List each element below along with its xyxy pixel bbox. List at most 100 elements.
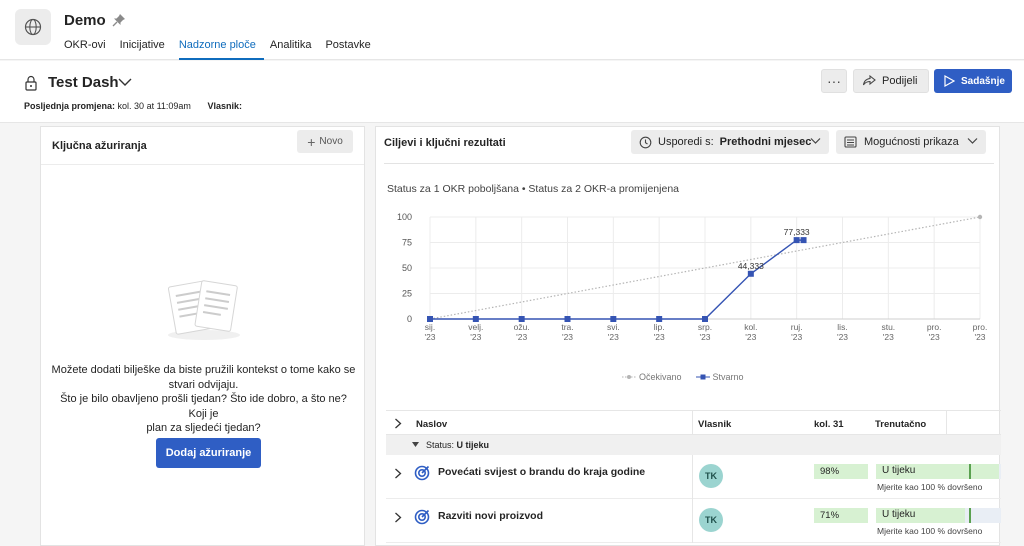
status-summary: Status za 1 OKR poboljšana • Status za 2… <box>387 183 679 195</box>
actual-point <box>702 316 708 322</box>
key-updates-title: Ključna ažuriranja <box>52 139 147 152</box>
new-label: Novo <box>319 136 343 147</box>
legend-actual[interactable]: Stvarno <box>695 372 744 382</box>
chevron-down-icon <box>967 138 978 144</box>
tab-analytics[interactable]: Analitika <box>270 38 320 60</box>
data-label: 77,333 <box>784 227 810 237</box>
legend-expected[interactable]: Očekivano <box>622 372 682 382</box>
x-tick-label: '23 <box>791 332 802 342</box>
key-updates-header: Ključna ažuriranja + Novo <box>41 127 364 165</box>
chevron-right-icon[interactable] <box>394 512 402 523</box>
table-row[interactable]: Povećati svijest o brandu do kraja godin… <box>386 455 1001 499</box>
status-marker <box>969 508 971 523</box>
compare-label: Usporedi s: <box>658 136 714 148</box>
last-change-value: kol. 30 at 11:09am <box>117 101 191 111</box>
play-icon <box>944 75 955 87</box>
chevron-down-icon[interactable] <box>118 77 132 87</box>
x-tick-label: tra. <box>561 322 573 332</box>
actual-point <box>747 270 754 277</box>
x-tick-label: '23 <box>699 332 710 342</box>
dashboard-meta: Posljednja promjena: kol. 30 at 11:09am … <box>24 101 242 111</box>
okr-table: Naslov Vlasnik kol. 31 Trenutačno Status… <box>386 410 1001 543</box>
x-tick-label: lis. <box>837 322 847 332</box>
actual-point <box>800 237 807 244</box>
plus-icon: + <box>307 133 316 150</box>
column-week[interactable]: kol. 31 <box>814 419 844 430</box>
group-label: Status: U tijeku <box>426 440 490 450</box>
status-bar: U tijeku <box>876 464 1001 479</box>
legend-expected-label: Očekivano <box>639 372 682 382</box>
objective-title[interactable]: Razviti novi proizvod <box>438 510 543 522</box>
measure-text: Mjerite kao 100 % dovršeno <box>877 526 983 536</box>
tab-okrs[interactable]: OKR-ovi <box>64 38 114 60</box>
chevron-right-icon[interactable] <box>394 418 402 429</box>
avatar[interactable]: TK <box>699 508 723 532</box>
x-tick-label: '23 <box>516 332 527 342</box>
x-tick-label: velj. <box>468 322 483 332</box>
x-tick-label: '23 <box>974 332 985 342</box>
legend-expected-swatch <box>622 375 636 379</box>
column-current[interactable]: Trenutačno <box>875 419 926 430</box>
table-rows: Povećati svijest o brandu do kraja godin… <box>386 455 1001 543</box>
tab-dashboards[interactable]: Nadzorne ploče <box>178 38 264 60</box>
status-label: U tijeku <box>882 465 916 476</box>
x-tick-label: pro. <box>927 322 942 332</box>
new-update-button[interactable]: + Novo <box>297 130 353 153</box>
y-tick-label: 0 <box>407 314 412 324</box>
list-view-icon <box>844 136 857 148</box>
key-updates-panel: Ključna ažuriranja + Novo Možete dodati … <box>40 126 365 546</box>
okr-panel-title: Ciljevi i ključni rezultati <box>384 137 506 149</box>
column-owner[interactable]: Vlasnik <box>698 419 731 430</box>
owner-label: Vlasnik: <box>207 101 242 111</box>
pin-icon[interactable] <box>112 13 126 27</box>
actual-point <box>427 316 433 322</box>
nav-tabs: OKR-ovi Inicijative Nadzorne ploče Anali… <box>64 38 385 60</box>
dashboard-title[interactable]: Test Dash <box>48 74 119 91</box>
tab-initiatives[interactable]: Inicijative <box>120 38 173 60</box>
globe-icon[interactable] <box>15 9 51 45</box>
y-tick-label: 50 <box>402 263 412 273</box>
column-divider <box>946 411 947 436</box>
x-tick-label: pro. <box>973 322 988 332</box>
measure-text: Mjerite kao 100 % dovršeno <box>877 482 983 492</box>
column-title[interactable]: Naslov <box>416 419 447 430</box>
actual-point <box>518 316 525 322</box>
add-update-button[interactable]: Dodaj ažuriranje <box>156 438 261 468</box>
present-label: Sadašnje <box>961 75 1005 87</box>
okr-panel: Ciljevi i ključni rezultati Usporedi s: … <box>375 126 1001 546</box>
view-options-label: Mogućnosti prikaza <box>864 136 959 148</box>
share-button[interactable]: Podijeli <box>853 69 929 93</box>
chevron-down-icon <box>810 138 821 144</box>
legend-actual-swatch <box>695 374 710 380</box>
share-icon <box>862 75 876 86</box>
actual-point <box>564 316 571 322</box>
documents-illustration-icon <box>167 280 240 340</box>
compare-dropdown[interactable]: Usporedi s: Prethodni mjesec <box>631 130 829 154</box>
okr-progress-chart: 0255075100sij.'23velj.'23ožu.'23tra.'23s… <box>397 212 988 342</box>
group-row[interactable]: Status: U tijeku <box>386 435 1001 455</box>
objective-title[interactable]: Povećati svijest o brandu do kraja godin… <box>438 466 645 478</box>
actual-point <box>472 316 479 322</box>
more-button[interactable]: ··· <box>821 69 847 93</box>
table-row[interactable]: Razviti novi proizvod TK 71% U tijeku Mj… <box>386 499 1001 543</box>
present-button[interactable]: Sadašnje <box>934 69 1012 93</box>
status-marker <box>969 464 971 479</box>
column-divider <box>692 455 693 499</box>
actual-point <box>610 316 617 322</box>
x-tick-label: srp. <box>698 322 712 332</box>
column-divider <box>692 499 693 543</box>
avatar[interactable]: TK <box>699 464 723 488</box>
x-tick-label: sij. <box>425 322 435 332</box>
view-options-dropdown[interactable]: Mogućnosti prikaza <box>836 130 986 154</box>
x-tick-label: '23 <box>929 332 940 342</box>
share-label: Podijeli <box>882 75 918 87</box>
x-tick-label: '23 <box>424 332 435 342</box>
x-tick-label: svi. <box>607 322 620 332</box>
actual-series-line <box>430 239 804 320</box>
progress-percent: 71% <box>814 508 868 523</box>
tab-settings[interactable]: Postavke <box>325 38 378 60</box>
chart-legend: Očekivano Stvarno <box>622 372 744 382</box>
x-tick-label: '23 <box>470 332 481 342</box>
chevron-right-icon[interactable] <box>394 468 402 479</box>
progress-percent: 98% <box>814 464 868 479</box>
